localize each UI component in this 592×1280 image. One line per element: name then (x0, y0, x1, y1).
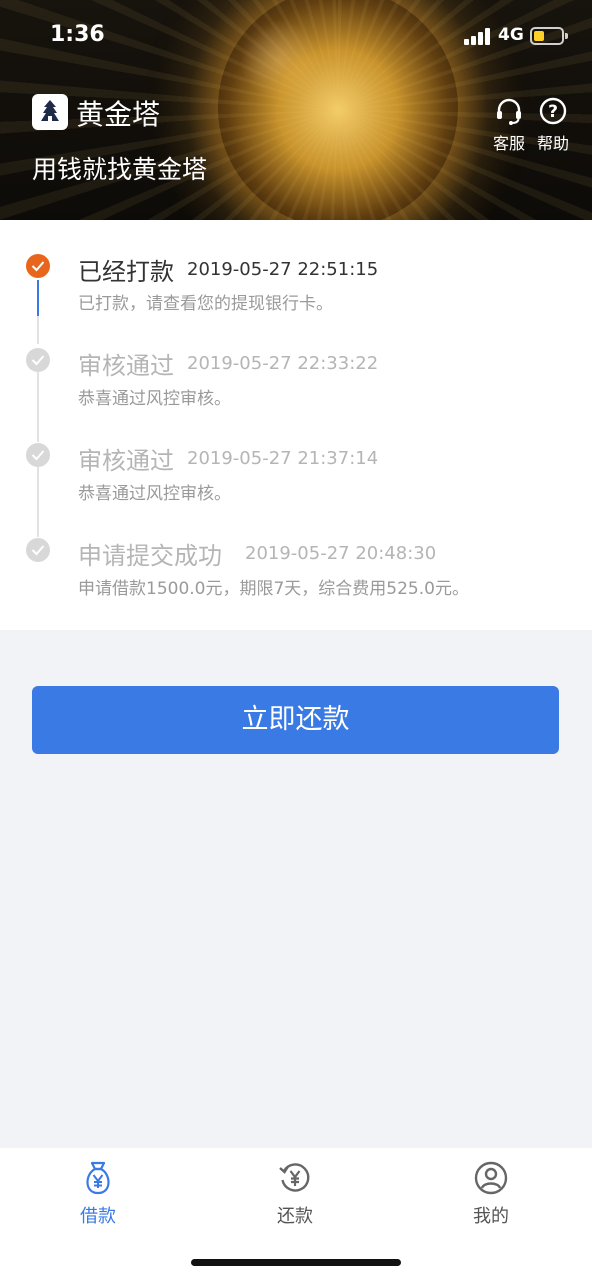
user-icon (474, 1161, 508, 1195)
step-time: 2019-05-27 21:37:14 (187, 448, 379, 469)
step-desc: 恭喜通过风控审核。 (78, 484, 231, 504)
timeline-connector (37, 467, 39, 537)
screen: 1:36 4G 黄金塔 用钱就找黄金塔 客服 ? 帮助 已经打款 2019-05… (0, 0, 592, 1280)
help-button[interactable]: ? 帮助 (528, 96, 578, 158)
check-icon (26, 348, 50, 372)
help-glyph: ? (548, 102, 558, 122)
tab-borrow-label: 借款 (80, 1206, 116, 1227)
app-slogan: 用钱就找黄金塔 (32, 155, 208, 184)
timeline-connector (37, 280, 39, 316)
app-name: 黄金塔 (76, 98, 161, 131)
step-title: 审核通过 (78, 352, 174, 380)
status-time: 1:36 (50, 22, 105, 47)
headset-icon (497, 98, 521, 125)
step-desc: 申请借款1500.0元，期限7天，综合费用525.0元。 (78, 579, 469, 599)
timeline-connector (37, 316, 39, 344)
tab-mine[interactable]: 我的 (431, 1160, 551, 1240)
step-time: 2019-05-27 22:51:15 (187, 259, 379, 280)
customer-service-label: 客服 (492, 134, 525, 153)
brand-logo-icon (32, 94, 68, 130)
check-icon (26, 254, 50, 278)
customer-service-button[interactable]: 客服 (484, 96, 534, 158)
step-time: 2019-05-27 20:48:30 (245, 543, 437, 564)
step-desc: 恭喜通过风控审核。 (78, 389, 231, 409)
status-bar: 1:36 4G (0, 0, 592, 70)
check-icon (26, 538, 50, 562)
money-bag-icon (86, 1161, 110, 1195)
home-indicator (191, 1259, 401, 1266)
step-title: 申请提交成功 (78, 542, 222, 570)
battery-level (534, 31, 544, 41)
step-time: 2019-05-27 22:33:22 (187, 353, 379, 374)
tab-repay[interactable]: 还款 (235, 1160, 355, 1240)
loan-status-timeline: 已经打款 2019-05-27 22:51:15 已打款，请查看您的提现银行卡。… (0, 220, 592, 630)
step-title: 已经打款 (78, 258, 174, 286)
timeline-connector (37, 372, 39, 442)
header-banner: 1:36 4G 黄金塔 用钱就找黄金塔 客服 ? 帮助 (0, 0, 592, 220)
help-icon: ? (539, 97, 567, 125)
network-type: 4G (498, 25, 524, 45)
repay-now-button[interactable]: 立即还款 (32, 686, 559, 754)
step-desc: 已打款，请查看您的提现银行卡。 (78, 294, 333, 314)
step-title: 审核通过 (78, 447, 174, 475)
tab-mine-label: 我的 (473, 1206, 509, 1227)
tab-borrow[interactable]: 借款 (38, 1160, 158, 1240)
tab-repay-label: 还款 (277, 1206, 313, 1227)
yen-refresh-icon (279, 1163, 310, 1192)
help-label: 帮助 (536, 134, 569, 153)
battery-icon (530, 27, 568, 45)
check-icon (26, 443, 50, 467)
signal-icon (464, 27, 492, 45)
